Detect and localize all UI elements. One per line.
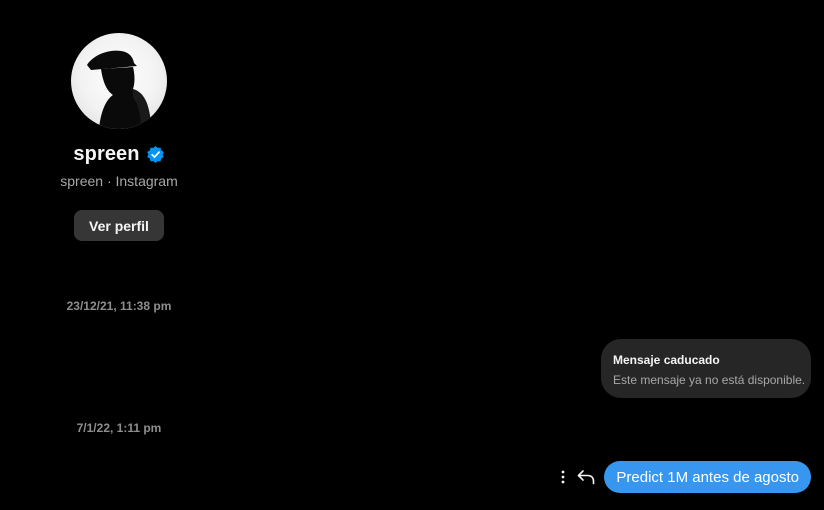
sent-message-bubble[interactable]: Predict 1M antes de agosto [604,461,811,493]
avatar-silhouette-icon [87,50,151,129]
expired-message-title: Mensaje caducado [613,353,720,367]
message-timestamp: 7/1/22, 1:11 pm [76,421,162,435]
expired-message-bubble: Mensaje caducado Este mensaje ya no está… [601,339,811,398]
sent-message-row: Predict 1M antes de agosto [558,461,811,493]
profile-name: spreen [73,143,140,165]
message-timestamp: 23/12/21, 11:38 pm [66,299,172,313]
chat-thread: spreen spreen · Instagram Ver perfil 23/… [0,0,824,510]
avatar[interactable] [71,33,167,129]
verified-badge-icon [146,145,165,164]
expired-message-body: Este mensaje ya no está disponible. [613,373,806,387]
profile-header: spreen spreen · Instagram Ver perfil [0,0,238,250]
reply-icon[interactable] [576,467,596,487]
view-profile-button[interactable]: Ver perfil [74,210,164,241]
more-options-icon[interactable] [558,467,568,487]
profile-name-row: spreen [0,143,238,166]
profile-subtitle: spreen · Instagram [60,173,178,189]
